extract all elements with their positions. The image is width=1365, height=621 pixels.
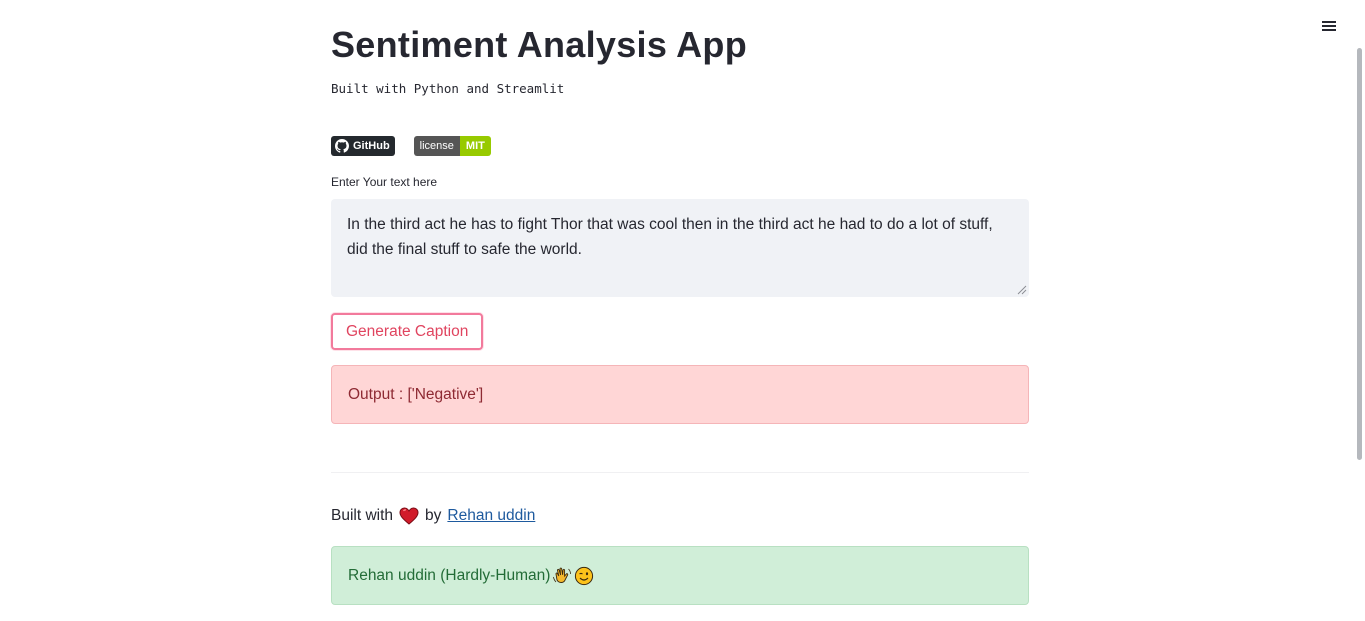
- waving-hand-icon: [553, 567, 572, 583]
- page-title: Sentiment Analysis App: [331, 24, 748, 65]
- output-alert: Output : ['Negative']: [331, 365, 1029, 424]
- text-input-label: Enter Your text here: [331, 175, 438, 189]
- built-with-text: Built with: [331, 507, 394, 524]
- github-badge-label: GitHub: [353, 140, 390, 152]
- author-credit-text: Rehan uddin (Hardly-Human): [348, 566, 551, 584]
- badge-row: GitHub license MIT: [331, 136, 491, 156]
- red-heart-icon: [399, 507, 419, 525]
- license-badge-value: MIT: [459, 136, 491, 156]
- generate-caption-button[interactable]: Generate Caption: [331, 313, 484, 350]
- hamburger-menu-icon[interactable]: [1320, 19, 1338, 37]
- page-subtitle: Built with Python and Streamlit: [331, 81, 565, 96]
- author-alert: Rehan uddin (Hardly-Human): [331, 546, 1029, 605]
- output-text: Output : ['Negative']: [348, 385, 484, 403]
- author-link[interactable]: Rehan uddin: [447, 507, 535, 525]
- divider: [331, 472, 1029, 473]
- winking-face-icon: [575, 566, 594, 585]
- license-badge[interactable]: license MIT: [413, 136, 491, 156]
- text-input[interactable]: In the third act he has to fight Thor th…: [331, 199, 1029, 297]
- github-badge[interactable]: GitHub: [331, 136, 395, 156]
- github-icon: [335, 139, 349, 153]
- license-badge-label: license: [413, 136, 460, 156]
- resize-handle-icon[interactable]: [1017, 285, 1027, 295]
- footer-credit: Built with by Rehan uddin: [331, 507, 535, 525]
- page-scrollbar[interactable]: [1357, 48, 1362, 460]
- app-page: Sentiment Analysis App Built with Python…: [0, 0, 1365, 621]
- by-text: by: [425, 507, 442, 524]
